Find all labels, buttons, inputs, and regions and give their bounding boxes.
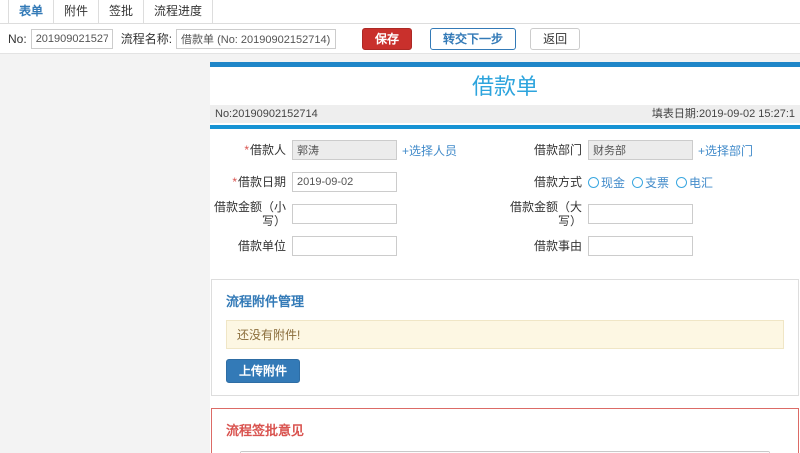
borrower-field: +选择人员 — [292, 135, 500, 165]
loan-form-panel: 借款单 No:20190902152714 填表日期:2019-09-02 15… — [210, 62, 800, 453]
radio-icon — [632, 176, 644, 188]
attachments-title: 流程附件管理 — [226, 294, 305, 309]
select-department-link[interactable]: +选择部门 — [698, 142, 753, 159]
next-step-button[interactable]: 转交下一步 — [430, 27, 517, 50]
method-option-cash[interactable]: 现金 — [588, 174, 625, 191]
method-option-cheque[interactable]: 支票 — [632, 174, 669, 191]
tab-attachments[interactable]: 附件 — [53, 0, 100, 23]
attachments-section: 流程附件管理 还没有附件! 上传附件 — [211, 279, 799, 396]
reason-label-text: 借款事由 — [533, 239, 582, 253]
reason-label: 借款事由 — [500, 231, 588, 261]
borrow-date-label: * 借款日期 — [210, 167, 292, 197]
department-field: +选择部门 — [588, 135, 796, 165]
borrower-label: * 借款人 — [210, 135, 292, 165]
department-label-text: 借款部门 — [533, 143, 582, 157]
tab-bar: 表单 附件 签批 流程进度 — [0, 0, 800, 24]
amount-small-input[interactable] — [292, 204, 397, 224]
radio-icon — [588, 176, 599, 188]
save-button[interactable]: 保存 — [362, 27, 413, 50]
amount-small-label-text: 借款金额（小写） — [213, 200, 286, 228]
form-number-text: No:20190902152714 — [215, 108, 318, 120]
content-area: 借款单 No:20190902152714 填表日期:2019-09-02 15… — [0, 54, 800, 453]
borrower-label-text: 借款人 — [249, 143, 286, 157]
form-date-text: 填表日期:2019-09-02 15:27:1 — [651, 108, 795, 120]
upload-attachment-button[interactable]: 上传附件 — [226, 359, 301, 383]
approval-section: 流程签批意见 B I abc A ab ∞ ⚑ ≣ ≡ « » — [211, 408, 799, 453]
amount-small-field — [292, 199, 500, 229]
toolbar: No: 流程名称: 保存 转交下一步 返回 — [0, 24, 800, 54]
borrower-input[interactable] — [292, 140, 397, 160]
unit-label: 借款单位 — [210, 231, 292, 261]
amount-small-label: 借款金额（小写） — [210, 199, 292, 229]
form-meta-bar: No:20190902152714 填表日期:2019-09-02 15:27:… — [210, 105, 800, 123]
borrow-date-input[interactable] — [292, 172, 397, 192]
method-label-text: 借款方式 — [533, 175, 582, 189]
unit-input[interactable] — [292, 236, 397, 256]
method-option-cash-label: 现金 — [601, 175, 626, 190]
amount-big-label: 借款金额（大写） — [500, 199, 588, 229]
no-attachments-notice: 还没有附件! — [226, 320, 784, 349]
unit-label-text: 借款单位 — [237, 239, 286, 253]
method-label: 借款方式 — [500, 167, 588, 197]
method-field: 现金 支票 电汇 — [588, 167, 796, 197]
required-mark: * — [232, 175, 237, 189]
process-name-input[interactable] — [176, 28, 337, 49]
borrow-date-field — [292, 167, 500, 197]
amount-big-input[interactable] — [588, 204, 693, 224]
required-mark: * — [244, 143, 249, 157]
back-button[interactable]: 返回 — [530, 27, 581, 50]
tab-form[interactable]: 表单 — [8, 0, 55, 23]
borrow-date-label-text: 借款日期 — [237, 175, 286, 189]
tab-approval[interactable]: 签批 — [98, 0, 145, 23]
radio-icon — [676, 176, 688, 188]
department-label: 借款部门 — [500, 135, 588, 165]
unit-field — [292, 231, 500, 261]
method-option-wire[interactable]: 电汇 — [676, 174, 713, 191]
no-input[interactable] — [30, 28, 113, 49]
reason-input[interactable] — [588, 236, 693, 256]
process-name-label: 流程名称: — [120, 32, 173, 46]
approval-title: 流程签批意见 — [226, 423, 305, 438]
select-person-link[interactable]: +选择人员 — [402, 142, 457, 159]
method-option-wire-label: 电汇 — [689, 175, 714, 190]
no-label: No: — [8, 31, 27, 46]
form-title: 借款单 — [471, 74, 538, 99]
amount-big-field — [588, 199, 796, 229]
tab-progress[interactable]: 流程进度 — [143, 0, 214, 23]
department-input[interactable] — [588, 140, 693, 160]
loan-form: * 借款人 +选择人员 借款部门 +选择部门 * 借款日期 — [210, 129, 800, 269]
amount-big-label-text: 借款金额（大写） — [509, 200, 582, 228]
reason-field — [588, 231, 796, 261]
method-option-cheque-label: 支票 — [645, 175, 670, 190]
